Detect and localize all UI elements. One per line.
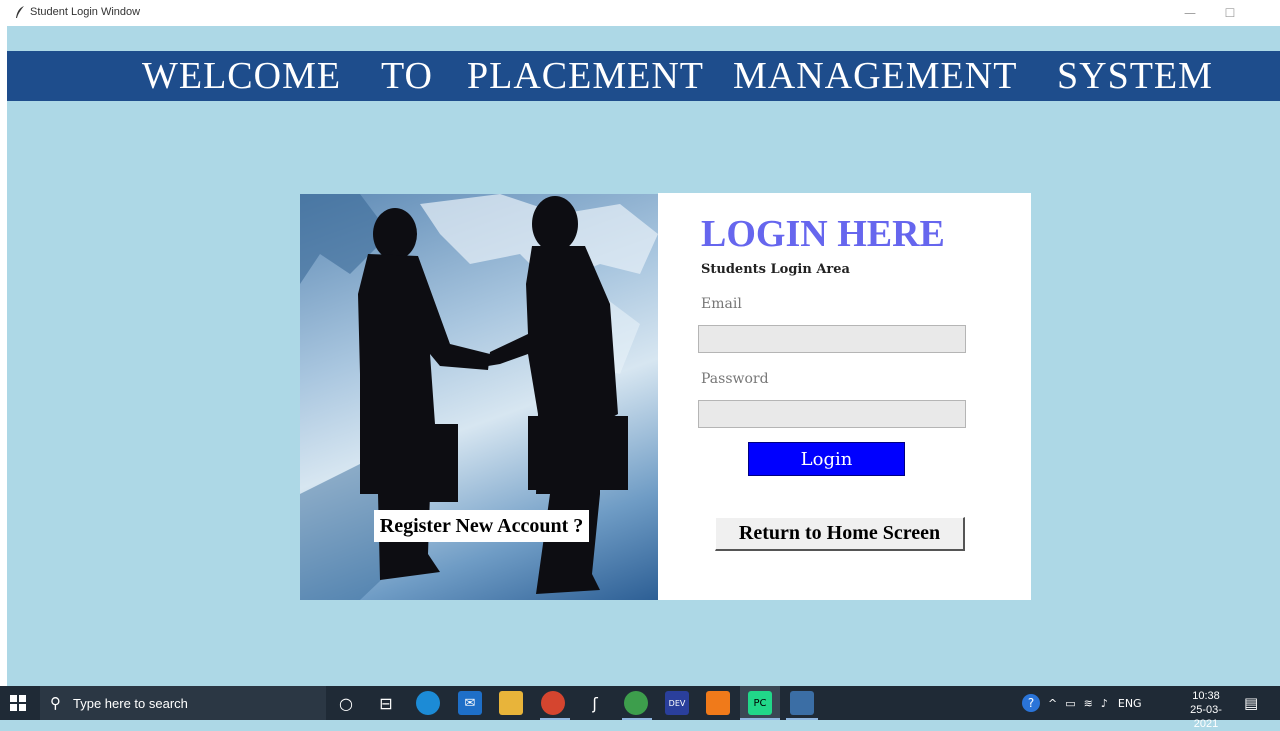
- mail-icon[interactable]: ✉: [458, 691, 482, 715]
- minimize-button[interactable]: —: [1170, 0, 1210, 26]
- chrome-icon[interactable]: [541, 691, 565, 715]
- cortana-icon[interactable]: ○: [334, 691, 358, 715]
- taskbar-search[interactable]: ⚲ Type here to search: [40, 686, 326, 720]
- notification-icon[interactable]: ▤: [1244, 694, 1258, 712]
- banner-word: SYSTEM: [1057, 55, 1213, 97]
- login-button[interactable]: Login: [748, 442, 905, 476]
- banner-word: WELCOME: [142, 55, 342, 97]
- password-label: Password: [701, 371, 769, 387]
- banner-word: PLACEMENT: [467, 55, 704, 97]
- window-border: [0, 26, 7, 686]
- register-new-account-button[interactable]: Register New Account ?: [374, 510, 589, 542]
- system-clock[interactable]: 10:38 25-03-2021: [1178, 689, 1234, 731]
- welcome-banner: WELCOME TO PLACEMENT MANAGEMENT SYSTEM: [7, 51, 1280, 101]
- email-field[interactable]: [698, 325, 966, 353]
- clock-time: 10:38: [1192, 690, 1220, 702]
- pycharm-icon[interactable]: PC: [748, 691, 772, 715]
- chrome-icon[interactable]: [624, 691, 648, 715]
- wifi-icon[interactable]: ≋: [1084, 697, 1093, 710]
- window-title: Student Login Window: [30, 6, 141, 18]
- volume-icon[interactable]: ♪: [1101, 697, 1108, 710]
- edge-icon[interactable]: [416, 691, 440, 715]
- windows-start-icon[interactable]: [10, 695, 26, 711]
- search-placeholder: Type here to search: [73, 696, 188, 711]
- clock-date: 25-03-2021: [1190, 704, 1222, 730]
- taskbar: ⚲ Type here to search ○ ⊟ ✉ ʃ DEV PC ? ^…: [0, 686, 1280, 730]
- chevron-up-icon[interactable]: ^: [1048, 697, 1057, 710]
- search-icon: ⚲: [50, 694, 61, 712]
- return-home-button[interactable]: Return to Home Screen: [715, 517, 965, 551]
- feather-icon: [16, 6, 24, 18]
- sublime-icon[interactable]: ʃ: [583, 691, 607, 715]
- banner-word: TO: [381, 55, 433, 97]
- password-field[interactable]: [698, 400, 966, 428]
- file-explorer-icon[interactable]: [499, 691, 523, 715]
- battery-icon[interactable]: ▭: [1065, 697, 1075, 710]
- login-heading: LOGIN HERE: [701, 213, 945, 255]
- language-indicator[interactable]: ENG: [1118, 697, 1142, 710]
- maximize-button[interactable]: ☐: [1210, 0, 1250, 26]
- task-view-icon[interactable]: ⊟: [374, 691, 398, 715]
- login-subheading: Students Login Area: [701, 262, 850, 277]
- window-titlebar: Student Login Window — ☐: [0, 0, 1280, 26]
- close-button[interactable]: [1250, 0, 1280, 26]
- system-tray: ? ^ ▭ ≋ ♪ ENG: [1022, 686, 1142, 720]
- xampp-icon[interactable]: [706, 691, 730, 715]
- email-label: Email: [701, 296, 742, 312]
- banner-word: MANAGEMENT: [733, 55, 1018, 97]
- python-idle-icon[interactable]: [790, 691, 814, 715]
- dev-c-icon[interactable]: DEV: [665, 691, 689, 715]
- help-icon[interactable]: ?: [1022, 694, 1040, 712]
